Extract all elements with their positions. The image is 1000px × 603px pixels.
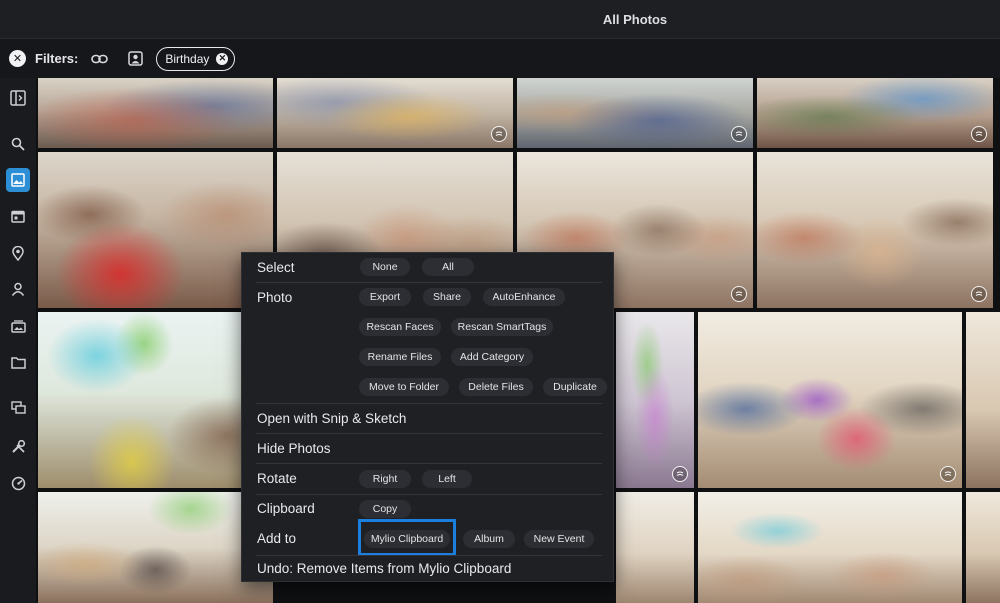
add-to-label: Add to (257, 531, 297, 546)
export-button[interactable]: Export (359, 288, 411, 306)
menu-divider (256, 494, 602, 495)
calendar-icon[interactable] (6, 204, 30, 228)
clipboard-label: Clipboard (257, 501, 315, 516)
mylio-clipboard-button[interactable]: Mylio Clipboard (364, 530, 450, 548)
photo-tile[interactable] (616, 492, 694, 603)
select-all-button[interactable]: All (422, 258, 474, 276)
enhance-badge-icon (731, 286, 747, 302)
people-icon[interactable] (6, 277, 30, 301)
photo-tile[interactable] (38, 312, 273, 488)
album-button[interactable]: Album (463, 530, 515, 548)
new-event-button[interactable]: New Event (524, 530, 594, 548)
remove-chip-icon[interactable]: ✕ (216, 52, 229, 65)
photo-tile[interactable] (38, 78, 273, 148)
add-category-button[interactable]: Add Category (451, 348, 533, 366)
undo-item[interactable]: Undo: Remove Items from Mylio Clipboard (257, 561, 511, 576)
filter-chip-birthday[interactable]: Birthday ✕ (156, 46, 236, 71)
photo-tile[interactable] (38, 492, 273, 603)
enhance-badge-icon (971, 286, 987, 302)
left-rail (0, 78, 36, 603)
menu-divider (256, 433, 602, 434)
link-icon[interactable] (90, 50, 108, 68)
rotate-label: Rotate (257, 471, 297, 486)
devices-icon[interactable] (6, 396, 30, 420)
enhance-badge-icon (731, 126, 747, 142)
select-label: Select (257, 260, 295, 275)
photo-tile[interactable] (698, 492, 962, 603)
photo-tile[interactable] (38, 152, 273, 308)
menu-divider (256, 282, 602, 283)
menu-divider (256, 555, 602, 556)
rotate-right-button[interactable]: Right (359, 470, 411, 488)
context-menu: Select None All Photo Export Share AutoE… (241, 252, 614, 582)
enhance-badge-icon (491, 126, 507, 142)
filters-label: Filters: (35, 51, 79, 66)
photo-tile[interactable] (517, 78, 753, 148)
enhance-badge-icon (971, 126, 987, 142)
rotate-left-button[interactable]: Left (422, 470, 472, 488)
map-pin-icon[interactable] (6, 241, 30, 265)
photo-tile[interactable] (277, 78, 513, 148)
filter-bar: ✕ Filters: Birthday ✕ (0, 38, 1000, 78)
search-icon[interactable] (6, 132, 30, 156)
delete-files-button[interactable]: Delete Files (459, 378, 533, 396)
mylio-app: All Photos ✕ Filters: Birthday ✕ Select … (0, 0, 1000, 603)
photo-tile[interactable] (698, 312, 962, 488)
window-title: All Photos (602, 11, 668, 27)
photo-tile[interactable] (616, 312, 694, 488)
photo-tile[interactable] (966, 312, 1000, 488)
dashboard-icon[interactable] (6, 471, 30, 495)
share-button[interactable]: Share (423, 288, 471, 306)
rename-files-button[interactable]: Rename Files (359, 348, 441, 366)
copy-button[interactable]: Copy (359, 500, 411, 518)
tools-icon[interactable] (6, 434, 30, 458)
hide-photos-item[interactable]: Hide Photos (257, 441, 331, 456)
menu-divider (256, 463, 602, 464)
duplicate-button[interactable]: Duplicate (543, 378, 607, 396)
photos-icon[interactable] (6, 168, 30, 192)
photo-label: Photo (257, 290, 293, 305)
clear-filters-icon[interactable]: ✕ (9, 50, 26, 67)
photo-tile-selected[interactable] (757, 152, 993, 308)
photo-tile[interactable] (966, 492, 1000, 603)
move-to-folder-button[interactable]: Move to Folder (359, 378, 449, 396)
albums-icon[interactable] (6, 314, 30, 338)
title-bar: All Photos (0, 0, 1000, 38)
enhance-badge-icon (672, 466, 688, 482)
select-none-button[interactable]: None (360, 258, 410, 276)
rescan-faces-button[interactable]: Rescan Faces (359, 318, 441, 336)
menu-divider (256, 403, 602, 404)
enhance-badge-icon (940, 466, 956, 482)
filter-chip-label: Birthday (165, 51, 210, 66)
rescan-smarttags-button[interactable]: Rescan SmartTags (451, 318, 553, 336)
panel-toggle-icon[interactable] (6, 86, 30, 110)
open-with-snip-sketch-item[interactable]: Open with Snip & Sketch (257, 411, 406, 426)
face-filter-icon[interactable] (126, 50, 144, 68)
auto-enhance-button[interactable]: AutoEnhance (483, 288, 565, 306)
folder-icon[interactable] (6, 350, 30, 374)
photo-tile[interactable] (757, 78, 993, 148)
